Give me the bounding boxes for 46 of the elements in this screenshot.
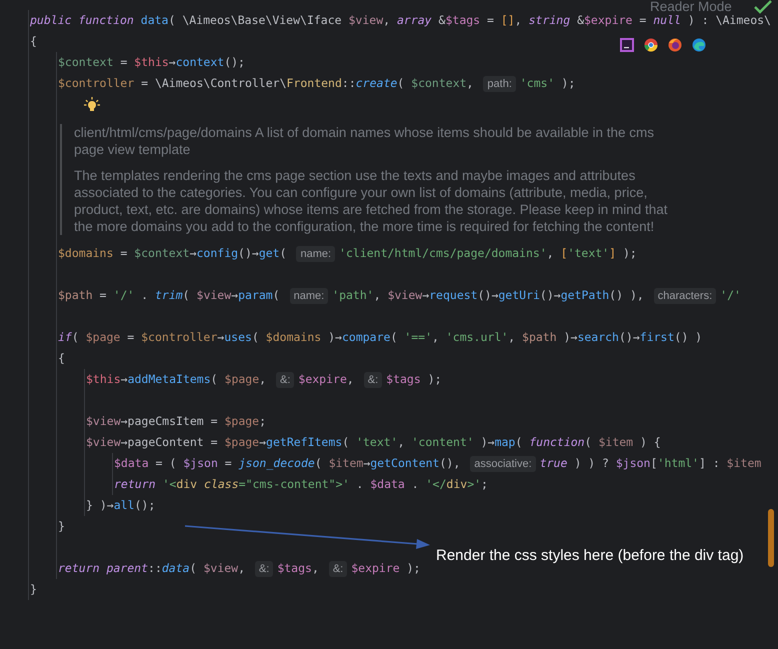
code-text: if( $page = $controller→uses( $domains )→compare( '==', 'cms.url', $path )→search()→first() )	[58, 329, 702, 346]
browser-icon[interactable]	[644, 38, 658, 52]
code-text: return parent::data( $view,	[58, 560, 246, 577]
code-text: 'client/html/cms/page/domains', ['text'] );	[339, 245, 637, 262]
parameter-hint: name:	[296, 246, 336, 262]
parameter-hint: name:	[290, 288, 328, 304]
app-icon[interactable]	[620, 38, 634, 52]
parameter-hint: &:	[276, 372, 294, 388]
code-text: }	[58, 518, 65, 535]
code-text: $expire,	[298, 371, 355, 388]
code-text: public function data( \Aimeos\Base\View\Iface $view, array &$tags = [], string &$expire = null ) : \Aimeos\	[30, 12, 771, 29]
code-text: $path = '/' . trim( $view→param(	[58, 287, 281, 304]
code-text: $expire );	[351, 560, 420, 577]
lightbulb-icon[interactable]	[84, 97, 100, 113]
parameter-hint: path:	[483, 76, 516, 92]
code-text: $view→pageContent = $page→getRefItems( 'text', 'content' )→map( function( $item ) {	[86, 434, 661, 451]
code-text: $tags,	[277, 560, 320, 577]
browser-icon[interactable]	[668, 38, 682, 52]
code-text: '/'	[720, 287, 741, 304]
code-text: $context = $this→context();	[58, 54, 245, 71]
code-text: } )→all();	[86, 497, 156, 514]
browser-icon[interactable]	[692, 38, 706, 52]
check-icon[interactable]	[754, 0, 772, 14]
code-text: $tags );	[386, 371, 442, 388]
code-text: true ) ) ? $json['html'] : $item	[540, 455, 762, 472]
code-text: {	[58, 350, 65, 367]
parameter-hint: associative:	[470, 456, 536, 472]
parameter-hint: &:	[328, 560, 348, 576]
code-text: $data = ( $json = json_decode( $item→getContent(),	[114, 455, 462, 472]
code-text: $controller = \Aimeos\Controller\Frontend::create( $context,	[58, 75, 474, 92]
code-text: $this→addMetaItems( $page,	[86, 371, 268, 388]
parameter-hint: &:	[364, 372, 382, 388]
code-text: {	[30, 33, 37, 50]
reader-mode-label[interactable]: Reader Mode	[650, 0, 732, 14]
documentation-text: The templates rendering the cms page section use the texts and maybe images and attributes associated to the categories. You can configure your own list of domains (attribute, media, price, product, text, etc. are domains) whose items are fetched from the storage. Please keep in mind that the more domains you add to the configuration, the more time is required for fetching the content!	[74, 167, 669, 235]
documentation-text: client/html/cms/page/domains A list of domain names whose items should be available in the cms page view template	[74, 124, 656, 158]
code-text: return '<div class="cms-content">' . $data . '</div>';	[114, 476, 488, 493]
code-text: $view→pageCmsItem = $page;	[86, 413, 266, 430]
code-text: 'cms' );	[520, 75, 576, 92]
code-text: 'path', $view→request()→getUri()→getPath() ),	[332, 287, 645, 304]
annotation-text: Render the css styles here (before the div tag)	[436, 547, 744, 564]
scrollbar-thumb[interactable]	[768, 509, 774, 567]
code-text: $domains = $context→config()→get(	[58, 245, 288, 262]
code-text: }	[30, 581, 37, 598]
parameter-hint: &:	[254, 560, 274, 576]
parameter-hint: characters:	[654, 288, 716, 304]
